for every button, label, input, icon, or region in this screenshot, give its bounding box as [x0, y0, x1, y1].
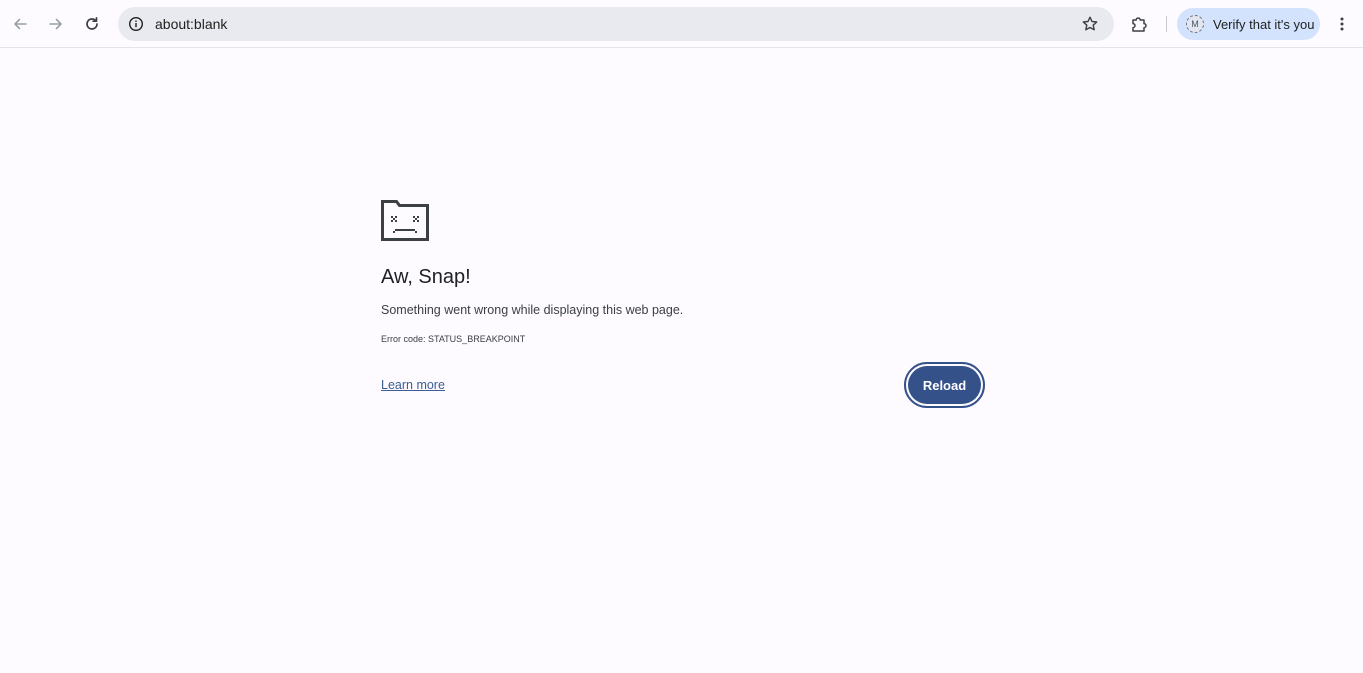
kebab-menu-icon	[1340, 17, 1344, 31]
verify-label: Verify that it's you	[1213, 17, 1315, 32]
reload-icon	[86, 16, 98, 30]
browser-toolbar: about:blank M Verify that it's you	[0, 0, 1363, 48]
site-info-button[interactable]	[124, 12, 148, 36]
verify-identity-chip[interactable]: M Verify that it's you	[1177, 8, 1320, 40]
star-icon	[1082, 16, 1098, 31]
back-button[interactable]	[4, 8, 36, 40]
learn-more-link[interactable]: Learn more	[381, 378, 445, 393]
error-message: Something went wrong while displaying th…	[381, 303, 684, 317]
extensions-button[interactable]	[1124, 8, 1156, 40]
reload-button[interactable]: Reload	[908, 366, 981, 404]
reload-button-focus-ring: Reload	[904, 362, 985, 408]
sad-folder-icon	[381, 200, 429, 241]
avatar: M	[1186, 15, 1204, 33]
error-title: Aw, Snap!	[381, 266, 471, 288]
forward-arrow-icon	[49, 18, 62, 30]
forward-button[interactable]	[40, 8, 72, 40]
error-code: Error code: STATUS_BREAKPOINT	[381, 334, 526, 344]
back-arrow-icon	[14, 18, 27, 30]
info-icon	[128, 16, 144, 32]
puzzle-piece-icon	[1132, 17, 1147, 32]
toolbar-divider	[1166, 16, 1167, 32]
bookmark-button[interactable]	[1080, 14, 1100, 34]
address-bar[interactable]: about:blank	[118, 7, 1114, 41]
url-text[interactable]: about:blank	[155, 16, 227, 32]
browser-menu-button[interactable]	[1326, 8, 1358, 40]
reload-toolbar-button[interactable]	[76, 8, 108, 40]
